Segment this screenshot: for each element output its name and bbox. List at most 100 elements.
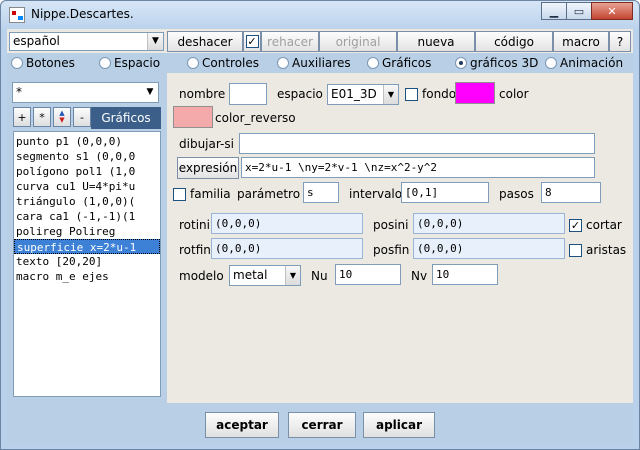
filter-value: *	[16, 85, 22, 99]
section-tabs: Botones Espacio Controles Auxiliares Grá…	[7, 53, 633, 73]
restore-button[interactable]: ▭	[566, 2, 592, 20]
close-button[interactable]: ✕	[591, 2, 633, 20]
expresion-button[interactable]: expresión	[177, 157, 239, 179]
color-swatch[interactable]	[455, 82, 495, 104]
action-bar: aceptar cerrar aplicar	[7, 403, 633, 445]
tab-label: Espacio	[114, 56, 161, 70]
chevron-down-icon[interactable]: ▼	[285, 266, 300, 285]
list-item[interactable]: punto p1 (0,0,0)	[14, 134, 160, 149]
espacio-label: espacio	[277, 87, 323, 101]
list-item[interactable]: polireg Polireg	[14, 224, 160, 239]
undo-checkbox[interactable]: ✓	[245, 35, 259, 48]
radio-icon[interactable]	[187, 57, 199, 69]
aristas-checkbox-row[interactable]: aristas	[569, 243, 626, 257]
minimize-button[interactable]: ▁	[541, 2, 567, 20]
code-button[interactable]: código	[475, 31, 553, 52]
nombre-input[interactable]	[229, 83, 267, 105]
properties-form: nombre espacio E01_3D ▼ fondo color colo…	[167, 73, 633, 403]
filter-select[interactable]: * ▼	[12, 82, 159, 103]
toolbar: español ▼ deshacer ✓ rehacer original nu…	[7, 29, 633, 53]
tab-controles[interactable]: Controles	[187, 56, 259, 70]
app-window: Nippe.Descartes. ▁ ▭ ✕ español ▼ deshace…	[0, 0, 640, 450]
list-item[interactable]: triángulo (1,0,0)(	[14, 194, 160, 209]
tab-auxiliares[interactable]: Auxiliares	[277, 56, 351, 70]
dibujar-si-input[interactable]	[239, 133, 595, 154]
list-item[interactable]: superficie x=2*u-1	[14, 239, 160, 254]
familia-label: familia	[190, 187, 231, 201]
expresion-input[interactable]: x=2*u-1 \ny=2*v-1 \nz=x^2-y^2	[241, 157, 595, 178]
fondo-label: fondo	[422, 87, 457, 101]
tab-graficos-3d[interactable]: gráficos 3D	[455, 56, 538, 70]
nu-input[interactable]: 10	[335, 264, 401, 285]
familia-checkbox[interactable]	[173, 187, 186, 201]
list-item[interactable]: macro m_e ejes	[14, 269, 160, 284]
familia-checkbox-row[interactable]: familia	[173, 187, 231, 201]
new-button[interactable]: nueva	[397, 31, 475, 52]
list-item[interactable]: cara ca1 (-1,-1)(1	[14, 209, 160, 224]
nv-label: Nv	[411, 269, 428, 283]
macro-button[interactable]: macro	[553, 31, 609, 52]
list-item[interactable]: curva cu1 U=4*pi*u	[14, 179, 160, 194]
radio-icon[interactable]	[277, 57, 289, 69]
help-button[interactable]: ?	[609, 31, 631, 52]
rotini-input[interactable]: (0,0,0)	[211, 213, 363, 234]
pasos-input[interactable]: 8	[541, 182, 601, 203]
pasos-label: pasos	[499, 187, 534, 201]
posini-input[interactable]: (0,0,0)	[413, 213, 565, 234]
redo-button[interactable]: rehacer	[261, 31, 319, 52]
intervalo-input[interactable]: [0,1]	[401, 182, 489, 203]
rotini-label: rotini	[179, 218, 210, 232]
chevron-down-icon[interactable]: ▼	[383, 85, 398, 104]
tab-label: Animación	[560, 56, 624, 70]
list-item[interactable]: segmento s1 (0,0,0	[14, 149, 160, 164]
tab-graficos[interactable]: Gráficos	[367, 56, 431, 70]
tab-espacio[interactable]: Espacio	[99, 56, 160, 70]
fondo-checkbox[interactable]	[405, 87, 418, 101]
modelo-label: modelo	[179, 269, 224, 283]
radio-icon[interactable]	[11, 57, 23, 69]
nv-input[interactable]: 10	[432, 264, 498, 285]
parametro-label: parámetro	[237, 187, 301, 201]
undo-checkbox-wrap[interactable]: ✓	[243, 31, 261, 52]
fondo-checkbox-row[interactable]: fondo	[405, 87, 456, 101]
accept-button[interactable]: aceptar	[205, 412, 279, 438]
close-dialog-button[interactable]: cerrar	[288, 412, 356, 438]
object-panel: * ▼ + * ▲ ▼ - Gráficos punto p1 (0,0,0) s…	[7, 73, 167, 403]
language-select[interactable]: español ▼	[9, 32, 164, 51]
rotfin-input[interactable]: (0,0,0)	[211, 238, 363, 259]
undo-button[interactable]: deshacer	[167, 31, 243, 52]
add-button[interactable]: +	[13, 107, 31, 127]
espacio-value: E01_3D	[331, 87, 377, 101]
object-list[interactable]: punto p1 (0,0,0) segmento s1 (0,0,0 polígo…	[13, 131, 161, 397]
star-button[interactable]: *	[33, 107, 51, 127]
modelo-select[interactable]: metal ▼	[229, 265, 301, 286]
radio-icon[interactable]	[545, 57, 557, 69]
arrow-down-icon: ▼	[59, 116, 65, 124]
move-up-down-button[interactable]: ▲ ▼	[53, 107, 71, 127]
chevron-down-icon[interactable]: ▼	[142, 83, 158, 102]
apply-button[interactable]: aplicar	[363, 412, 435, 438]
cortar-checkbox-row[interactable]: ✓ cortar	[569, 218, 622, 232]
title-bar[interactable]: Nippe.Descartes. ▁ ▭ ✕	[1, 1, 639, 29]
tab-label: Gráficos	[382, 56, 432, 70]
aristas-checkbox[interactable]	[569, 243, 582, 257]
posfin-input[interactable]: (0,0,0)	[413, 238, 565, 259]
remove-button[interactable]: -	[73, 107, 91, 127]
graficos-list-tab[interactable]: Gráficos	[91, 107, 161, 129]
cortar-checkbox[interactable]: ✓	[569, 218, 582, 232]
tab-label: gráficos 3D	[470, 56, 539, 70]
color-reverso-swatch[interactable]	[173, 106, 213, 128]
radio-icon[interactable]	[99, 57, 111, 69]
parametro-input[interactable]: s	[303, 182, 339, 203]
espacio-select[interactable]: E01_3D ▼	[327, 84, 399, 105]
radio-selected-icon[interactable]	[455, 57, 467, 69]
posini-label: posini	[373, 218, 409, 232]
original-button[interactable]: original	[319, 31, 397, 52]
tab-animacion[interactable]: Animación	[545, 56, 623, 70]
radio-icon[interactable]	[367, 57, 379, 69]
list-item[interactable]: polígono pol1 (1,0	[14, 164, 160, 179]
tab-botones[interactable]: Botones	[11, 56, 75, 70]
chevron-down-icon[interactable]: ▼	[147, 33, 163, 50]
list-item[interactable]: texto [20,20]	[14, 254, 160, 269]
nu-label: Nu	[311, 269, 328, 283]
